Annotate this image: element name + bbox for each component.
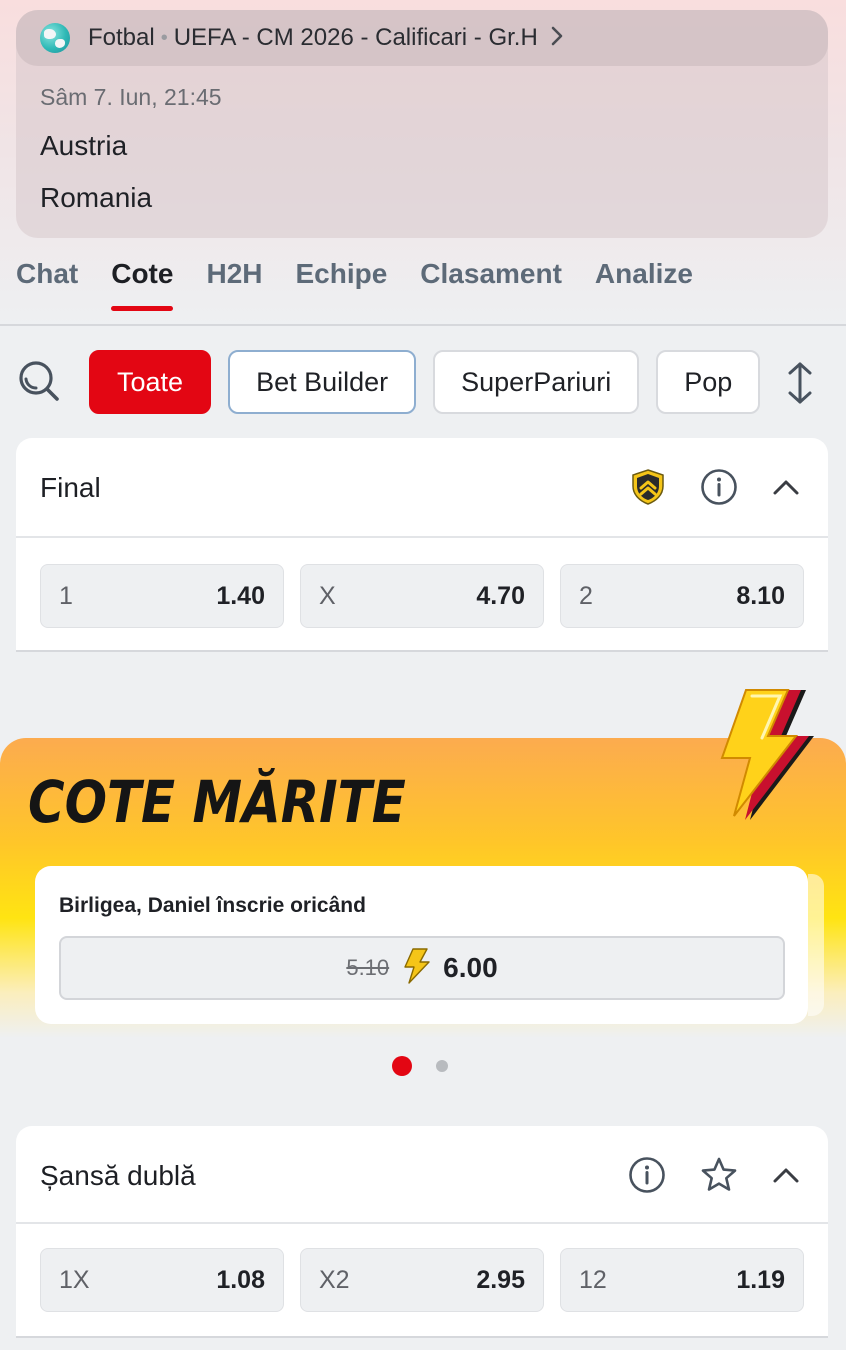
tab-cote[interactable]: Cote bbox=[111, 258, 174, 311]
sport-label: Fotbal bbox=[88, 24, 155, 51]
shield-boost-icon bbox=[630, 468, 666, 511]
chevron-up-icon[interactable] bbox=[772, 477, 800, 502]
separator-dot: • bbox=[160, 26, 168, 49]
odd-label: 1 bbox=[59, 581, 73, 610]
odd-value: 2.95 bbox=[476, 1265, 525, 1294]
odd-label: 1X bbox=[59, 1265, 90, 1294]
odd-button-2[interactable]: 2 8.10 bbox=[560, 564, 804, 628]
market-header[interactable]: Șansă dublă bbox=[16, 1126, 828, 1224]
odd-button-1x[interactable]: 1X 1.08 bbox=[40, 1248, 284, 1312]
market-header[interactable]: Final bbox=[16, 438, 828, 538]
odd-value: 1.19 bbox=[736, 1265, 785, 1294]
odd-button-12[interactable]: 12 1.19 bbox=[560, 1248, 804, 1312]
event-breadcrumb[interactable]: Fotbal • UEFA - CM 2026 - Calificari - G… bbox=[16, 10, 828, 66]
market-filter-row: Toate Bet Builder SuperPariuri Pop bbox=[0, 350, 846, 414]
chevron-up-icon[interactable] bbox=[772, 1165, 800, 1190]
market-odds: 1X 1.08 X2 2.95 12 1.19 bbox=[16, 1224, 828, 1338]
odds-row: 1 1.40 X 4.70 2 8.10 bbox=[40, 564, 804, 628]
info-icon[interactable] bbox=[700, 468, 738, 511]
globe-icon bbox=[40, 23, 70, 53]
old-odd-value: 5.10 bbox=[346, 955, 390, 980]
boosted-odd-card: Birligea, Daniel înscrie oricând 5.10 6.… bbox=[35, 866, 808, 1024]
small-bolt-icon bbox=[401, 947, 431, 989]
tab-echipe[interactable]: Echipe bbox=[295, 258, 387, 304]
competition-label: UEFA - CM 2026 - Calificari - Gr.H bbox=[173, 24, 538, 51]
tab-clasament[interactable]: Clasament bbox=[420, 258, 562, 304]
odd-label: 12 bbox=[579, 1265, 607, 1294]
market-title: Final bbox=[40, 472, 101, 503]
search-icon[interactable] bbox=[16, 358, 62, 404]
odd-label: X bbox=[319, 581, 336, 610]
odd-value: 8.10 bbox=[736, 581, 785, 610]
tab-bar: Chat Cote H2H Echipe Clasament Analize bbox=[16, 258, 693, 311]
lightning-bolt-icon bbox=[700, 686, 820, 826]
odd-button-1[interactable]: 1 1.40 bbox=[40, 564, 284, 628]
odd-button-x[interactable]: X 4.70 bbox=[300, 564, 544, 628]
odd-label: X2 bbox=[319, 1265, 350, 1294]
carousel-pager bbox=[392, 1056, 448, 1076]
tab-chat[interactable]: Chat bbox=[16, 258, 78, 304]
chevron-right-icon bbox=[550, 23, 564, 54]
event-header-card: Fotbal • UEFA - CM 2026 - Calificari - G… bbox=[16, 10, 828, 238]
filter-chips: Toate Bet Builder SuperPariuri Pop bbox=[89, 350, 765, 414]
odd-label: 2 bbox=[579, 581, 593, 610]
home-team: Austria bbox=[40, 130, 128, 161]
market-sansa-dubla: Șansă dublă 1X 1.08 X2 2.95 12 1.19 bbox=[16, 1126, 828, 1338]
filter-chip-toate[interactable]: Toate bbox=[89, 350, 212, 414]
next-boost-card-peek[interactable] bbox=[808, 874, 824, 1016]
info-icon[interactable] bbox=[628, 1156, 666, 1199]
odd-value: 1.40 bbox=[216, 581, 265, 610]
tab-analize[interactable]: Analize bbox=[595, 258, 693, 304]
filter-chip-pop[interactable]: Pop bbox=[656, 350, 761, 414]
tabs-divider bbox=[0, 324, 846, 326]
new-odd-value: 6.00 bbox=[443, 952, 498, 983]
market-title: Șansă dublă bbox=[40, 1160, 196, 1191]
odd-value: 4.70 bbox=[476, 581, 525, 610]
market-header-icons bbox=[628, 1156, 800, 1199]
boost-title: COTE MĂRITE bbox=[28, 768, 406, 836]
boosted-odd-button[interactable]: 5.10 6.00 bbox=[59, 936, 785, 1000]
filter-chip-superpariuri[interactable]: SuperPariuri bbox=[433, 350, 640, 414]
odds-row: 1X 1.08 X2 2.95 12 1.19 bbox=[40, 1248, 804, 1312]
away-team: Romania bbox=[40, 182, 153, 213]
odd-value: 1.08 bbox=[216, 1265, 265, 1294]
tab-h2h[interactable]: H2H bbox=[206, 258, 262, 304]
odd-button-x2[interactable]: X2 2.95 bbox=[300, 1248, 544, 1312]
pager-dot-active[interactable] bbox=[392, 1056, 412, 1076]
pager-dot[interactable] bbox=[436, 1060, 448, 1072]
event-datetime: Sâm 7. Iun, 21:45 bbox=[40, 84, 222, 110]
expand-collapse-icon[interactable] bbox=[784, 360, 816, 406]
market-odds: 1 1.40 X 4.70 2 8.10 bbox=[16, 538, 828, 652]
star-icon[interactable] bbox=[700, 1156, 738, 1199]
market-final: Final 1 1.40 X 4.70 2 8.10 bbox=[16, 438, 828, 652]
market-header-icons bbox=[630, 468, 800, 511]
boost-selection-label: Birligea, Daniel înscrie oricând bbox=[59, 894, 366, 917]
filter-chip-bet-builder[interactable]: Bet Builder bbox=[228, 350, 417, 414]
